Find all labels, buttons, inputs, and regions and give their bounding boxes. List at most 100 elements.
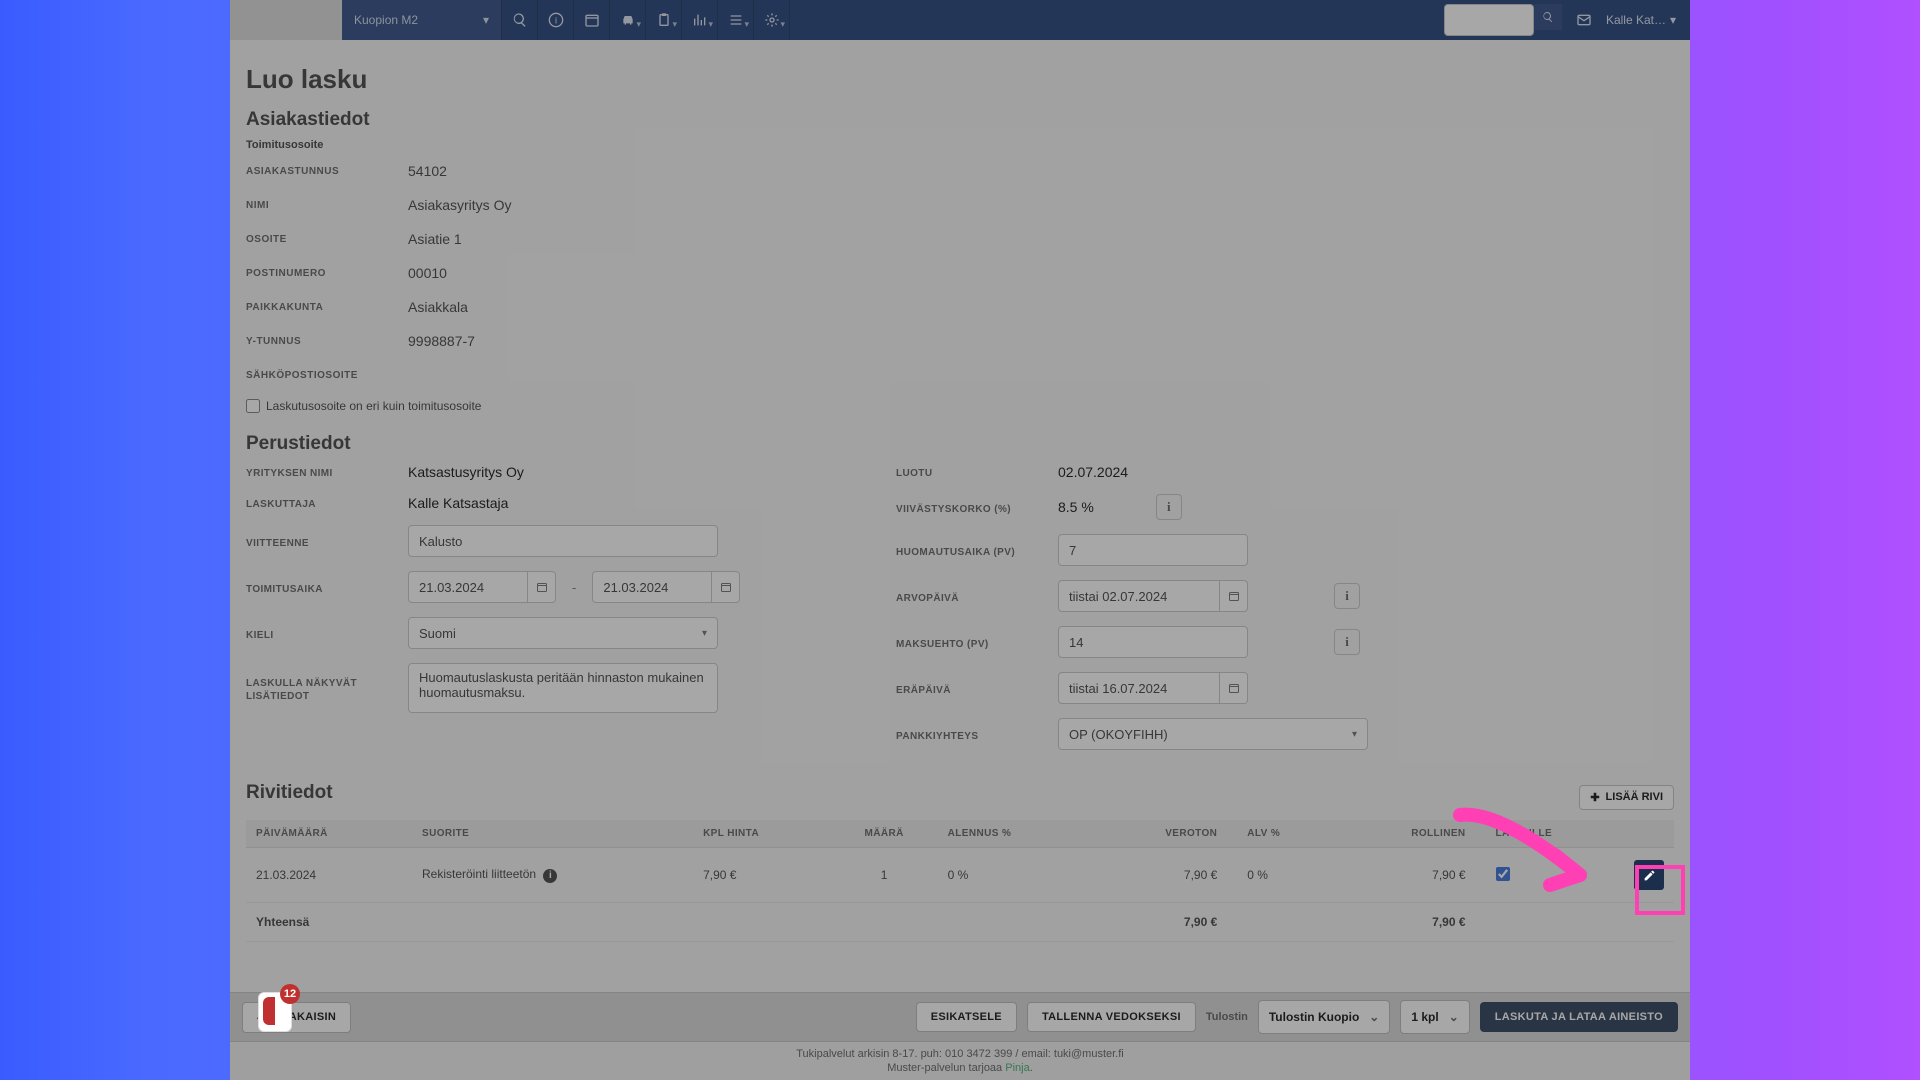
value-address: Asiatie 1 bbox=[408, 231, 462, 247]
cell-item: Rekisteröinti liitteetön i bbox=[412, 848, 693, 903]
totals-gross: 7,90 € bbox=[1333, 903, 1485, 942]
search-input[interactable] bbox=[1444, 4, 1534, 36]
date-to-picker[interactable] bbox=[712, 571, 740, 603]
bank-select[interactable]: OP (OKOYFIHH) bbox=[1058, 718, 1368, 750]
clipboard-icon[interactable] bbox=[646, 0, 682, 40]
date-dash: - bbox=[572, 580, 576, 595]
svg-text:i: i bbox=[554, 15, 556, 25]
mail-icon[interactable] bbox=[1570, 12, 1598, 28]
value-date-input[interactable] bbox=[1058, 580, 1220, 612]
value-interest: 8.5 % bbox=[1058, 499, 1094, 515]
label-reminder: HUOMAUTUSAIKA (PV) bbox=[896, 542, 1058, 559]
footer-link[interactable]: Pinja bbox=[1005, 1062, 1029, 1074]
reminder-input[interactable] bbox=[1058, 534, 1248, 566]
info-icon[interactable]: i bbox=[543, 869, 557, 883]
search-button[interactable] bbox=[1534, 4, 1562, 30]
basic-section-title: Perustiedot bbox=[246, 433, 1674, 455]
cell-on-invoice bbox=[1486, 848, 1624, 903]
reference-input[interactable] bbox=[408, 525, 718, 557]
value-customer-id: 54102 bbox=[408, 163, 447, 179]
info-icon[interactable]: i bbox=[538, 0, 574, 40]
footer-line2: Muster-palvelun tarjoaa Pinja. bbox=[887, 1062, 1033, 1074]
rows-section-title: Rivitiedot bbox=[246, 782, 333, 804]
label-zip: POSTINUMERO bbox=[246, 265, 408, 281]
payment-term-info-button[interactable] bbox=[1334, 629, 1360, 655]
logo bbox=[230, 0, 342, 40]
chevron-down-icon: ▾ bbox=[1670, 13, 1676, 27]
notification-widget[interactable]: 12 bbox=[258, 992, 292, 1032]
label-created: LUOTU bbox=[896, 463, 1058, 480]
label-reference: VIITTEENNE bbox=[246, 533, 408, 550]
interest-info-button[interactable] bbox=[1156, 494, 1182, 520]
label-notes: LASKULLA NÄKYVÄT LISÄTIEDOT bbox=[246, 673, 408, 703]
different-billing-address-label: Laskutusosoite on eri kuin toimitusosoit… bbox=[266, 399, 481, 413]
value-created: 02.07.2024 bbox=[1058, 464, 1128, 480]
chart-icon[interactable] bbox=[682, 0, 718, 40]
add-row-button[interactable]: ✚LISÄÄ RIVI bbox=[1579, 785, 1674, 810]
top-icons: i bbox=[502, 0, 790, 40]
th-disc: ALENNUS % bbox=[938, 820, 1089, 848]
value-biller: Kalle Katsastaja bbox=[408, 495, 508, 511]
value-date-picker[interactable] bbox=[1220, 580, 1248, 612]
value-name: Asiakasyritys Oy bbox=[408, 197, 511, 213]
table-row: 21.03.2024 Rekisteröinti liitteetön i 7,… bbox=[246, 848, 1674, 903]
language-select[interactable]: Suomi bbox=[408, 617, 718, 649]
due-date-input[interactable] bbox=[1058, 672, 1220, 704]
th-item: SUORITE bbox=[412, 820, 693, 848]
th-net: VEROTON bbox=[1089, 820, 1237, 848]
th-date: PÄIVÄMÄÄRÄ bbox=[246, 820, 412, 848]
totals-row: Yhteensä 7,90 € 7,90 € bbox=[246, 903, 1674, 942]
footer: Tukipalvelut arkisin 8-17. puh: 010 3472… bbox=[230, 1042, 1690, 1080]
save-draft-button[interactable]: TALLENNA VEDOKSEKSI bbox=[1027, 1002, 1196, 1032]
page-title: Luo lasku bbox=[246, 64, 1674, 95]
gear-icon[interactable] bbox=[754, 0, 790, 40]
label-city: PAIKKAKUNTA bbox=[246, 299, 408, 315]
preview-button[interactable]: ESIKATSELE bbox=[916, 1002, 1017, 1032]
value-zip: 00010 bbox=[408, 265, 447, 281]
vehicle-icon[interactable] bbox=[610, 0, 646, 40]
payment-term-input[interactable] bbox=[1058, 626, 1248, 658]
footer-line1: Tukipalvelut arkisin 8-17. puh: 010 3472… bbox=[796, 1048, 1124, 1060]
label-address: OSOITE bbox=[246, 231, 408, 247]
edit-row-button[interactable] bbox=[1634, 860, 1664, 890]
label-interest: VIIVÄSTYSKORKO (%) bbox=[896, 499, 1058, 516]
cell-vat: 0 % bbox=[1237, 848, 1333, 903]
delivery-address-label: Toimitusosoite bbox=[246, 139, 1674, 151]
org-select[interactable]: Kuopion M2 ▾ bbox=[342, 0, 502, 40]
printer-label: Tulostin bbox=[1206, 1011, 1248, 1023]
value-date-info-button[interactable] bbox=[1334, 583, 1360, 609]
totals-label: Yhteensä bbox=[246, 903, 1089, 942]
rows-table: PÄIVÄMÄÄRÄ SUORITE KPL HINTA MÄÄRÄ ALENN… bbox=[246, 820, 1674, 942]
generate-button[interactable]: LASKUTA JA LATAA AINEISTO bbox=[1480, 1002, 1678, 1032]
label-email: SÄHKÖPOSTIOSOITE bbox=[246, 367, 408, 381]
cell-disc: 0 % bbox=[938, 848, 1089, 903]
list-icon[interactable] bbox=[718, 0, 754, 40]
content: Luo lasku Asiakastiedot Toimitusosoite A… bbox=[230, 40, 1690, 1052]
value-ytunnus: 9998887-7 bbox=[408, 333, 475, 349]
th-unit: KPL HINTA bbox=[693, 820, 830, 848]
printer-select[interactable]: Tulostin Kuopio bbox=[1258, 1000, 1390, 1034]
date-from-input[interactable] bbox=[408, 571, 528, 603]
label-value-date: ARVOPÄIVÄ bbox=[896, 588, 1058, 605]
date-to-input[interactable] bbox=[592, 571, 712, 603]
date-from-picker[interactable] bbox=[528, 571, 556, 603]
label-ytunnus: Y-TUNNUS bbox=[246, 333, 408, 349]
label-payment-term: MAKSUEHTO (PV) bbox=[896, 634, 1058, 651]
org-name: Kuopion M2 bbox=[354, 13, 418, 27]
on-invoice-checkbox[interactable] bbox=[1496, 867, 1510, 881]
plus-icon: ✚ bbox=[1590, 791, 1599, 804]
search-icon[interactable] bbox=[502, 0, 538, 40]
calendar-icon[interactable] bbox=[574, 0, 610, 40]
copies-select[interactable]: 1 kpl bbox=[1400, 1000, 1469, 1034]
notes-textarea[interactable] bbox=[408, 663, 718, 713]
user-name: Kalle Kat… bbox=[1606, 13, 1666, 27]
top-search bbox=[1444, 4, 1562, 36]
th-vat: ALV % bbox=[1237, 820, 1333, 848]
different-billing-address-checkbox[interactable] bbox=[246, 399, 260, 413]
user-menu[interactable]: Kalle Kat… ▾ bbox=[1606, 13, 1676, 27]
label-delivery-period: TOIMITUSAIKA bbox=[246, 579, 408, 596]
label-customer-id: ASIAKASTUNNUS bbox=[246, 163, 408, 179]
due-date-picker[interactable] bbox=[1220, 672, 1248, 704]
cell-unit: 7,90 € bbox=[693, 848, 830, 903]
th-gross: ROLLINEN bbox=[1333, 820, 1485, 848]
